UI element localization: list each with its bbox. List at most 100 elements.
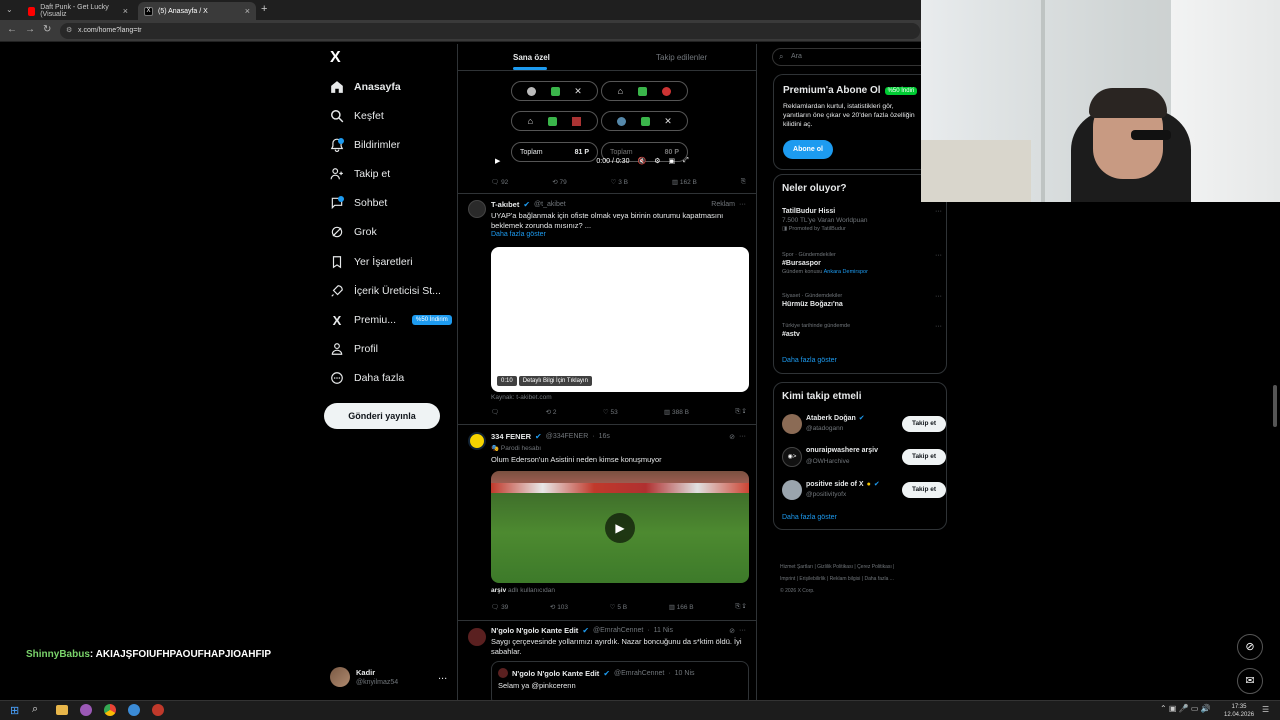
tweet[interactable]: 334 FENER ✔ @334FENER · 16s ⊘ ··· 🎭 Paro… [458, 425, 756, 621]
notification-center-icon[interactable]: ☰ [1262, 705, 1269, 714]
more-icon[interactable]: ··· [935, 252, 942, 259]
grok-icon[interactable]: ⊘ [729, 627, 735, 635]
sidebar-item-home[interactable]: Anasayfa [330, 77, 401, 97]
views-button[interactable]: ▥ 388 B [664, 408, 689, 416]
close-tab-icon[interactable]: × [245, 6, 250, 16]
obs-icon[interactable] [152, 704, 164, 716]
site-info-icon[interactable]: ⚙ [66, 26, 72, 34]
forward-icon[interactable]: → [25, 24, 35, 35]
fullscreen-icon[interactable]: ⤢ [683, 157, 689, 165]
chrome-icon[interactable] [104, 704, 116, 716]
follow-suggestion[interactable]: positive side of X ● ✔ @positivityofx Taki… [780, 479, 946, 501]
sidebar-item-notifications[interactable]: Bildirimler [330, 135, 400, 155]
sidebar-item-creator-studio[interactable]: İçerik Üreticisi St... [330, 281, 441, 301]
tweet-media[interactable]: ✕ ⌂ ⌂ ✕ Toplam 81 P Toplam 80 P ▶ 0:00 / 0… [491, 72, 713, 168]
trend-item[interactable]: Siyaset · Gündemdekiler Hürmüz Boğazı'na… [782, 293, 942, 308]
author-name[interactable]: T-akıbet [491, 200, 519, 209]
follow-suggestion[interactable]: ◉> onuraipwashere arşiv @OWHarchive Taki… [780, 446, 946, 468]
sidebar-item-follow[interactable]: Takip et [330, 164, 390, 184]
tweet-video[interactable]: ▶ [491, 471, 749, 583]
retweet-button[interactable]: ⟲ 103 [550, 603, 568, 611]
like-button[interactable]: ♡ 5 B [610, 603, 627, 611]
footer-link[interactable]: Reklam bilgisi [830, 576, 861, 582]
tweet-ad[interactable]: T-akıbet ✔ @t_akibet Reklam ··· UYAP'a b… [458, 194, 756, 422]
footer-link[interactable]: Imprint [780, 576, 795, 582]
bookmark-icon[interactable]: ⎘ [741, 178, 746, 186]
retweet-button[interactable]: ⟲ 2 [546, 408, 557, 416]
author-name[interactable]: 334 FENER [491, 432, 531, 441]
follow-suggestion[interactable]: Ataberk Doğan ✔ @atadogann Takip et [780, 413, 946, 435]
close-tab-icon[interactable]: × [123, 6, 128, 16]
follow-button[interactable]: Takip et [902, 449, 946, 465]
more-icon[interactable]: ··· [739, 201, 746, 208]
search-input[interactable]: ⌕ Ara [772, 48, 932, 66]
url-input[interactable]: ⚙ x.com/home?lang=tr [60, 23, 920, 39]
grok-float-icon[interactable]: ⊘ [1237, 634, 1263, 660]
browser-tab-x[interactable]: X (5) Anasayfa / X × [138, 2, 256, 20]
author-name[interactable]: N'golo N'golo Kante Edit [491, 626, 578, 635]
more-icon[interactable]: ... [438, 670, 447, 682]
sidebar-item-profile[interactable]: Profil [330, 339, 378, 359]
retweet-button[interactable]: ⟲ 79 [552, 178, 567, 186]
more-icon[interactable]: ··· [739, 433, 746, 440]
back-icon[interactable]: ← [7, 24, 17, 35]
browser-tab-youtube[interactable]: Daft Punk - Get Lucky (Visualiz × [22, 2, 134, 20]
reload-icon[interactable]: ↻ [43, 24, 51, 35]
ad-video[interactable]: 0:10 Detaylı Bilgi İçin Tıklayın [491, 247, 749, 392]
pip-icon[interactable]: ▣ [668, 157, 675, 165]
views-button[interactable]: ▥ 162 B [672, 178, 697, 186]
more-icon[interactable]: ··· [935, 208, 942, 215]
reply-button[interactable]: 🗨 39 [491, 603, 508, 611]
footer-link[interactable]: Gizlilik Politikası [817, 564, 853, 570]
footer-link[interactable]: Çerez Politikası [857, 564, 892, 570]
ad-source[interactable]: Kaynak: t-akibet.com [491, 394, 552, 401]
new-tab-button[interactable]: + [261, 3, 267, 15]
grok-icon[interactable]: ⊘ [729, 433, 735, 441]
tweet-time[interactable]: 11 Nis [654, 627, 673, 634]
tray-icons[interactable]: ⌃ ▣ 🎤 ▭ 🔊 [1160, 704, 1211, 713]
play-icon[interactable]: ▶ [495, 157, 500, 165]
footer-link[interactable]: Daha fazla ... [864, 576, 893, 582]
trend-item[interactable]: TatilBudur Hissi 7.500 TL'ye Varan World… [782, 208, 942, 232]
steam-icon[interactable] [128, 704, 140, 716]
follow-button[interactable]: Takip et [902, 416, 946, 432]
trend-item[interactable]: Spor · Gündemdekiler #Bursaspor Gündem k… [782, 252, 942, 275]
file-explorer-icon[interactable] [56, 705, 68, 715]
play-button-icon[interactable]: ▶ [605, 513, 635, 543]
sidebar-item-explore[interactable]: Keşfet [330, 106, 384, 126]
x-logo-icon[interactable]: X [330, 49, 341, 67]
settings-icon[interactable]: ⚙ [654, 157, 660, 165]
tab-list-icon[interactable]: ⌄ [6, 5, 13, 14]
sidebar-item-chat[interactable]: Sohbet [330, 193, 387, 213]
sidebar-item-more[interactable]: Daha fazla [330, 368, 404, 388]
footer-link[interactable]: Hizmet Şartları [780, 564, 813, 570]
clock[interactable]: 17:35 12.04.2026 [1224, 703, 1254, 719]
caption-user[interactable]: arşiv [491, 587, 506, 594]
more-icon[interactable]: ··· [935, 293, 942, 300]
sidebar-item-premium[interactable]: X Premiu... %50 İndirim [330, 310, 452, 330]
scrollbar-thumb[interactable] [1273, 385, 1277, 427]
bookmark-icon[interactable]: ⎘ ⇪ [735, 603, 746, 611]
app-icon[interactable] [80, 704, 92, 716]
sidebar-item-grok[interactable]: Grok [330, 222, 377, 242]
tweet[interactable]: N'golo N'golo Kante Edit ✔ @EmrahCennet … [458, 621, 756, 704]
more-icon[interactable]: ··· [935, 323, 942, 330]
like-button[interactable]: ♡ 3 B [611, 178, 628, 186]
like-button[interactable]: ♡ 53 [603, 408, 618, 416]
tab-following[interactable]: Takip edilenler [656, 53, 707, 62]
more-icon[interactable]: ··· [739, 627, 746, 634]
views-button[interactable]: ▥ 166 B [669, 603, 694, 611]
footer-link[interactable]: Erişilebilirlik [799, 576, 825, 582]
reply-button[interactable]: 🗨 [491, 408, 499, 416]
windows-start-icon[interactable]: ⊞ [10, 704, 19, 717]
post-button[interactable]: Gönderi yayınla [324, 403, 440, 429]
show-more-link[interactable]: Daha fazla göster [782, 514, 837, 521]
sidebar-item-bookmarks[interactable]: Yer İşaretleri [330, 252, 413, 272]
messages-float-icon[interactable]: ✉ [1237, 668, 1263, 694]
subscribe-button[interactable]: Abone ol [783, 140, 833, 159]
follow-button[interactable]: Takip et [902, 482, 946, 498]
search-icon[interactable]: ⌕ [32, 703, 38, 716]
reply-button[interactable]: 🗨 92 [491, 178, 508, 186]
bookmark-icon[interactable]: ⎘ ⇪ [735, 408, 746, 416]
mute-icon[interactable]: 🔇 [637, 157, 646, 165]
